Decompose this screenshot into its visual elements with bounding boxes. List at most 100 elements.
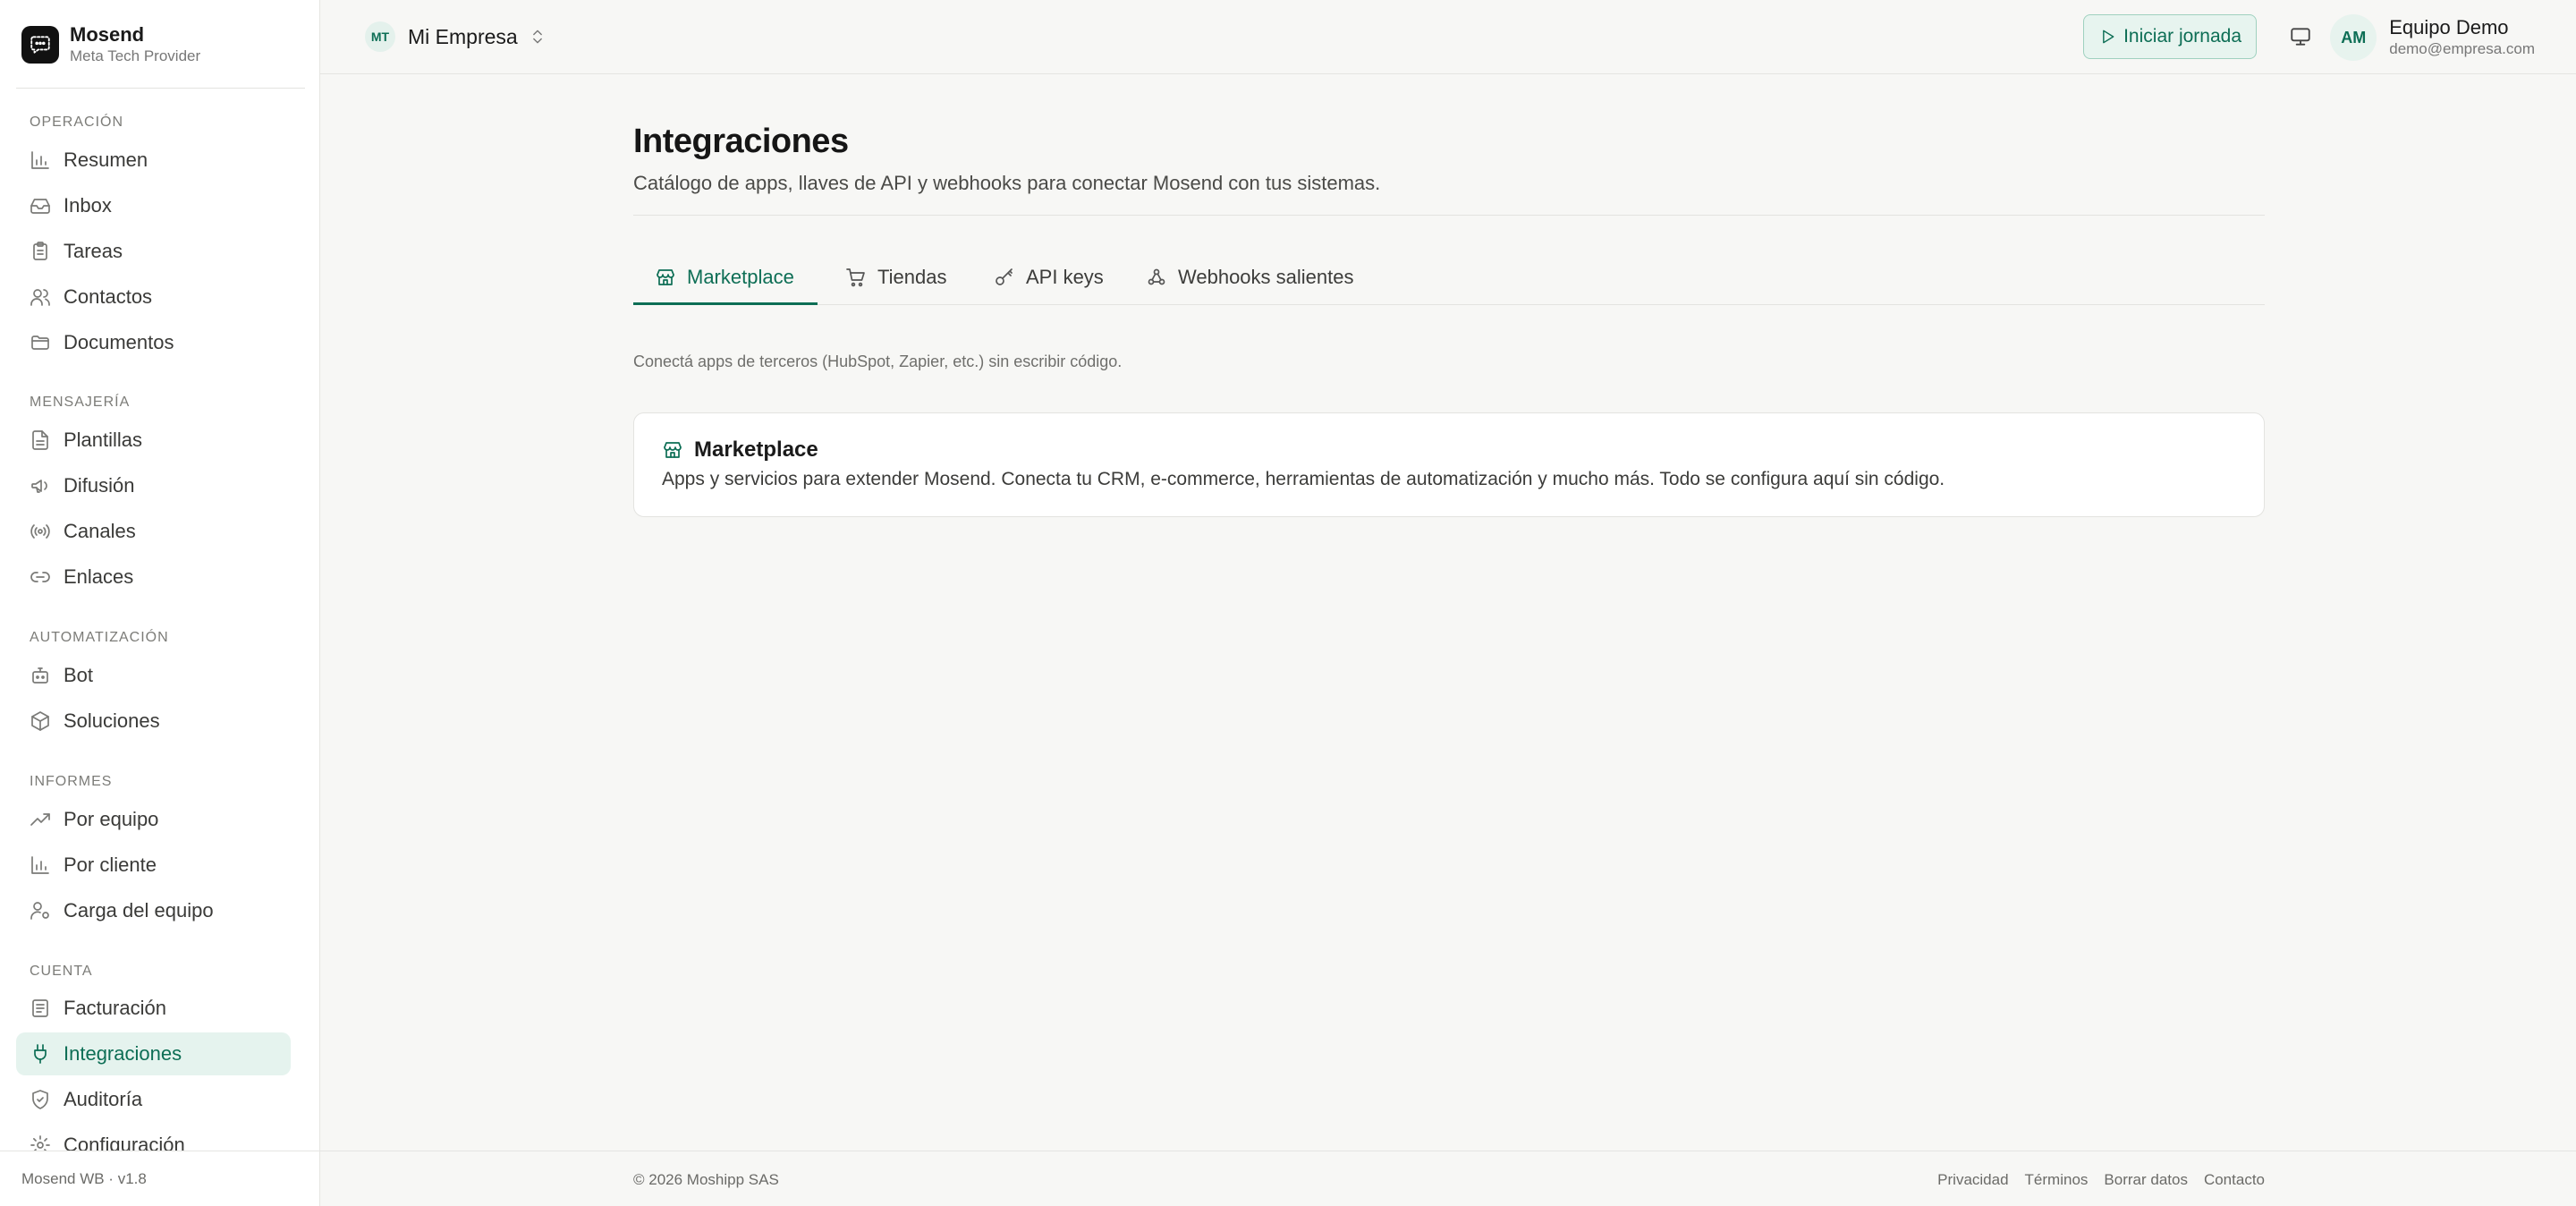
tab-label: Webhooks salientes	[1178, 265, 1354, 288]
tab-tiendas[interactable]: Tiendas	[845, 249, 946, 305]
card-description: Apps y servicios para extender Mosend. C…	[662, 469, 1945, 489]
sidebar-item-facturacion[interactable]: Facturación	[16, 987, 291, 1030]
brand-divider	[16, 88, 305, 89]
brand[interactable]: Mosend Meta Tech Provider	[21, 23, 200, 66]
sidebar-item-enlaces[interactable]: Enlaces	[16, 556, 291, 599]
settings-icon	[30, 1135, 50, 1152]
section-title-mensajeria: MENSAJERÍA	[30, 395, 131, 410]
start-shift-button[interactable]: Iniciar jornada	[2083, 14, 2257, 59]
tab-api-keys[interactable]: API keys	[994, 249, 1104, 305]
users-icon	[30, 289, 50, 306]
bar-chart-icon	[31, 151, 49, 169]
sidebar-item-label: Soluciones	[64, 709, 160, 732]
sidebar-item-por-cliente[interactable]: Por cliente	[16, 844, 291, 887]
tab-label: API keys	[1026, 265, 1104, 288]
user-email: demo@empresa.com	[2389, 40, 2535, 57]
tab-label: Tiendas	[877, 265, 947, 288]
receipt-icon	[32, 999, 48, 1017]
sidebar-item-label: Carga del equipo	[64, 899, 214, 921]
sidebar-item-contactos[interactable]: Contactos	[16, 276, 291, 318]
brand-subtitle: Meta Tech Provider	[70, 47, 201, 64]
inbox-icon	[30, 199, 50, 214]
marketplace-card: Marketplace Apps y servicios para extend…	[633, 412, 2265, 517]
megaphone-icon	[31, 480, 47, 493]
sidebar-item-difusion[interactable]: Difusión	[16, 464, 291, 507]
sidebar-item-label: Canales	[64, 520, 136, 542]
card-title: Marketplace	[694, 437, 818, 462]
sidebar-item-configuracion[interactable]: Configuración	[16, 1124, 291, 1152]
store-icon	[657, 268, 674, 285]
sidebar-item-label: Por cliente	[64, 854, 157, 876]
sidebar-item-plantillas[interactable]: Plantillas	[16, 419, 291, 462]
avatar: AM	[2330, 14, 2377, 61]
sidebar-item-integraciones[interactable]: Integraciones	[16, 1032, 291, 1075]
webhook-icon	[1148, 268, 1165, 285]
tab-webhooks-salientes[interactable]: Webhooks salientes	[1146, 249, 1354, 305]
copyright: © 2026 Moshipp SAS	[633, 1171, 779, 1188]
footer-links: Privacidad Términos Borrar datos Contact…	[1921, 1171, 2265, 1189]
sidebar-item-carga-del-equipo[interactable]: Carga del equipo	[16, 889, 291, 932]
footer-link-terminos[interactable]: Términos	[2025, 1171, 2089, 1189]
radio-icon	[30, 524, 50, 539]
page-title: Integraciones	[633, 123, 849, 160]
active-tab-indicator	[633, 302, 818, 305]
footer-link-privacidad[interactable]: Privacidad	[1937, 1171, 2008, 1189]
top-bar: MT Mi Empresa Iniciar jornada AM Equipo …	[320, 0, 2576, 74]
user-cog-icon	[30, 902, 49, 920]
chevrons-up-down-icon	[532, 30, 542, 44]
sidebar-item-label: Enlaces	[64, 565, 134, 588]
sidebar-item-por-equipo[interactable]: Por equipo	[16, 798, 291, 841]
sidebar-item-bot[interactable]: Bot	[16, 654, 291, 697]
sidebar-item-documentos[interactable]: Documentos	[16, 321, 291, 364]
sidebar-item-label: Contactos	[64, 285, 153, 308]
monitor-icon[interactable]	[2289, 25, 2312, 48]
key-icon	[996, 268, 1013, 285]
plug-icon	[34, 1044, 47, 1064]
user-menu[interactable]: AM Equipo Demo demo@empresa.com	[2330, 14, 2535, 61]
sidebar-item-label: Facturación	[64, 997, 166, 1019]
sidebar-item-label: Bot	[64, 664, 94, 686]
link-icon	[30, 572, 50, 582]
sidebar-item-label: Inbox	[64, 194, 112, 217]
footer-link-contacto[interactable]: Contacto	[2204, 1171, 2265, 1189]
sidebar-item-label: Plantillas	[64, 429, 143, 451]
store-icon	[664, 442, 682, 458]
org-badge: MT	[365, 21, 395, 52]
sidebar-item-canales[interactable]: Canales	[16, 510, 291, 553]
sidebar-item-label: Integraciones	[64, 1042, 182, 1065]
sidebar-item-inbox[interactable]: Inbox	[16, 184, 291, 227]
section-title-automatizacion: AUTOMATIZACIÓN	[30, 630, 169, 645]
section-title-operacion: OPERACIÓN	[30, 115, 124, 130]
tabs: Marketplace Tiendas API keys Webhooks sa…	[633, 249, 2265, 421]
sidebar-item-tareas[interactable]: Tareas	[16, 230, 291, 273]
title-divider	[633, 215, 2265, 216]
user-name: Equipo Demo	[2389, 16, 2509, 38]
start-shift-label: Iniciar jornada	[2123, 26, 2241, 47]
shopping-cart-icon	[846, 268, 865, 286]
package-icon	[31, 711, 49, 731]
sidebar-item-soluciones[interactable]: Soluciones	[16, 700, 291, 743]
org-name: Mi Empresa	[408, 24, 518, 48]
tab-label: Marketplace	[687, 265, 794, 288]
sidebar-item-auditoria[interactable]: Auditoría	[16, 1078, 291, 1121]
bot-icon	[32, 667, 48, 684]
sidebar-item-label: Configuración	[64, 1134, 185, 1152]
sidebar-nav: OPERACIÓN Resumen Inbox Tareas Contactos…	[0, 100, 319, 1152]
brand-name: Mosend	[70, 23, 145, 46]
main-content: Integraciones Catálogo de apps, llaves d…	[633, 116, 2265, 517]
tab-helper-text: Conectá apps de terceros (HubSpot, Zapie…	[633, 352, 1123, 370]
page-subtitle: Catálogo de apps, llaves de API y webhoo…	[633, 172, 1381, 194]
sidebar-item-resumen[interactable]: Resumen	[16, 139, 291, 182]
play-icon	[2103, 30, 2114, 44]
footer-link-borrar-datos[interactable]: Borrar datos	[2104, 1171, 2188, 1189]
section-title-cuenta: CUENTA	[30, 964, 93, 979]
sidebar-item-label: Por equipo	[64, 808, 159, 830]
sidebar-version: Mosend WB · v1.8	[0, 1151, 319, 1206]
folder-icon	[31, 335, 49, 350]
sidebar-item-label: Difusión	[64, 474, 135, 497]
file-text-icon	[32, 430, 48, 450]
tab-marketplace[interactable]: Marketplace	[655, 249, 794, 305]
section-title-informes: INFORMES	[30, 774, 113, 789]
bar-chart-icon	[31, 856, 49, 874]
org-switcher[interactable]: MT Mi Empresa	[365, 21, 547, 52]
